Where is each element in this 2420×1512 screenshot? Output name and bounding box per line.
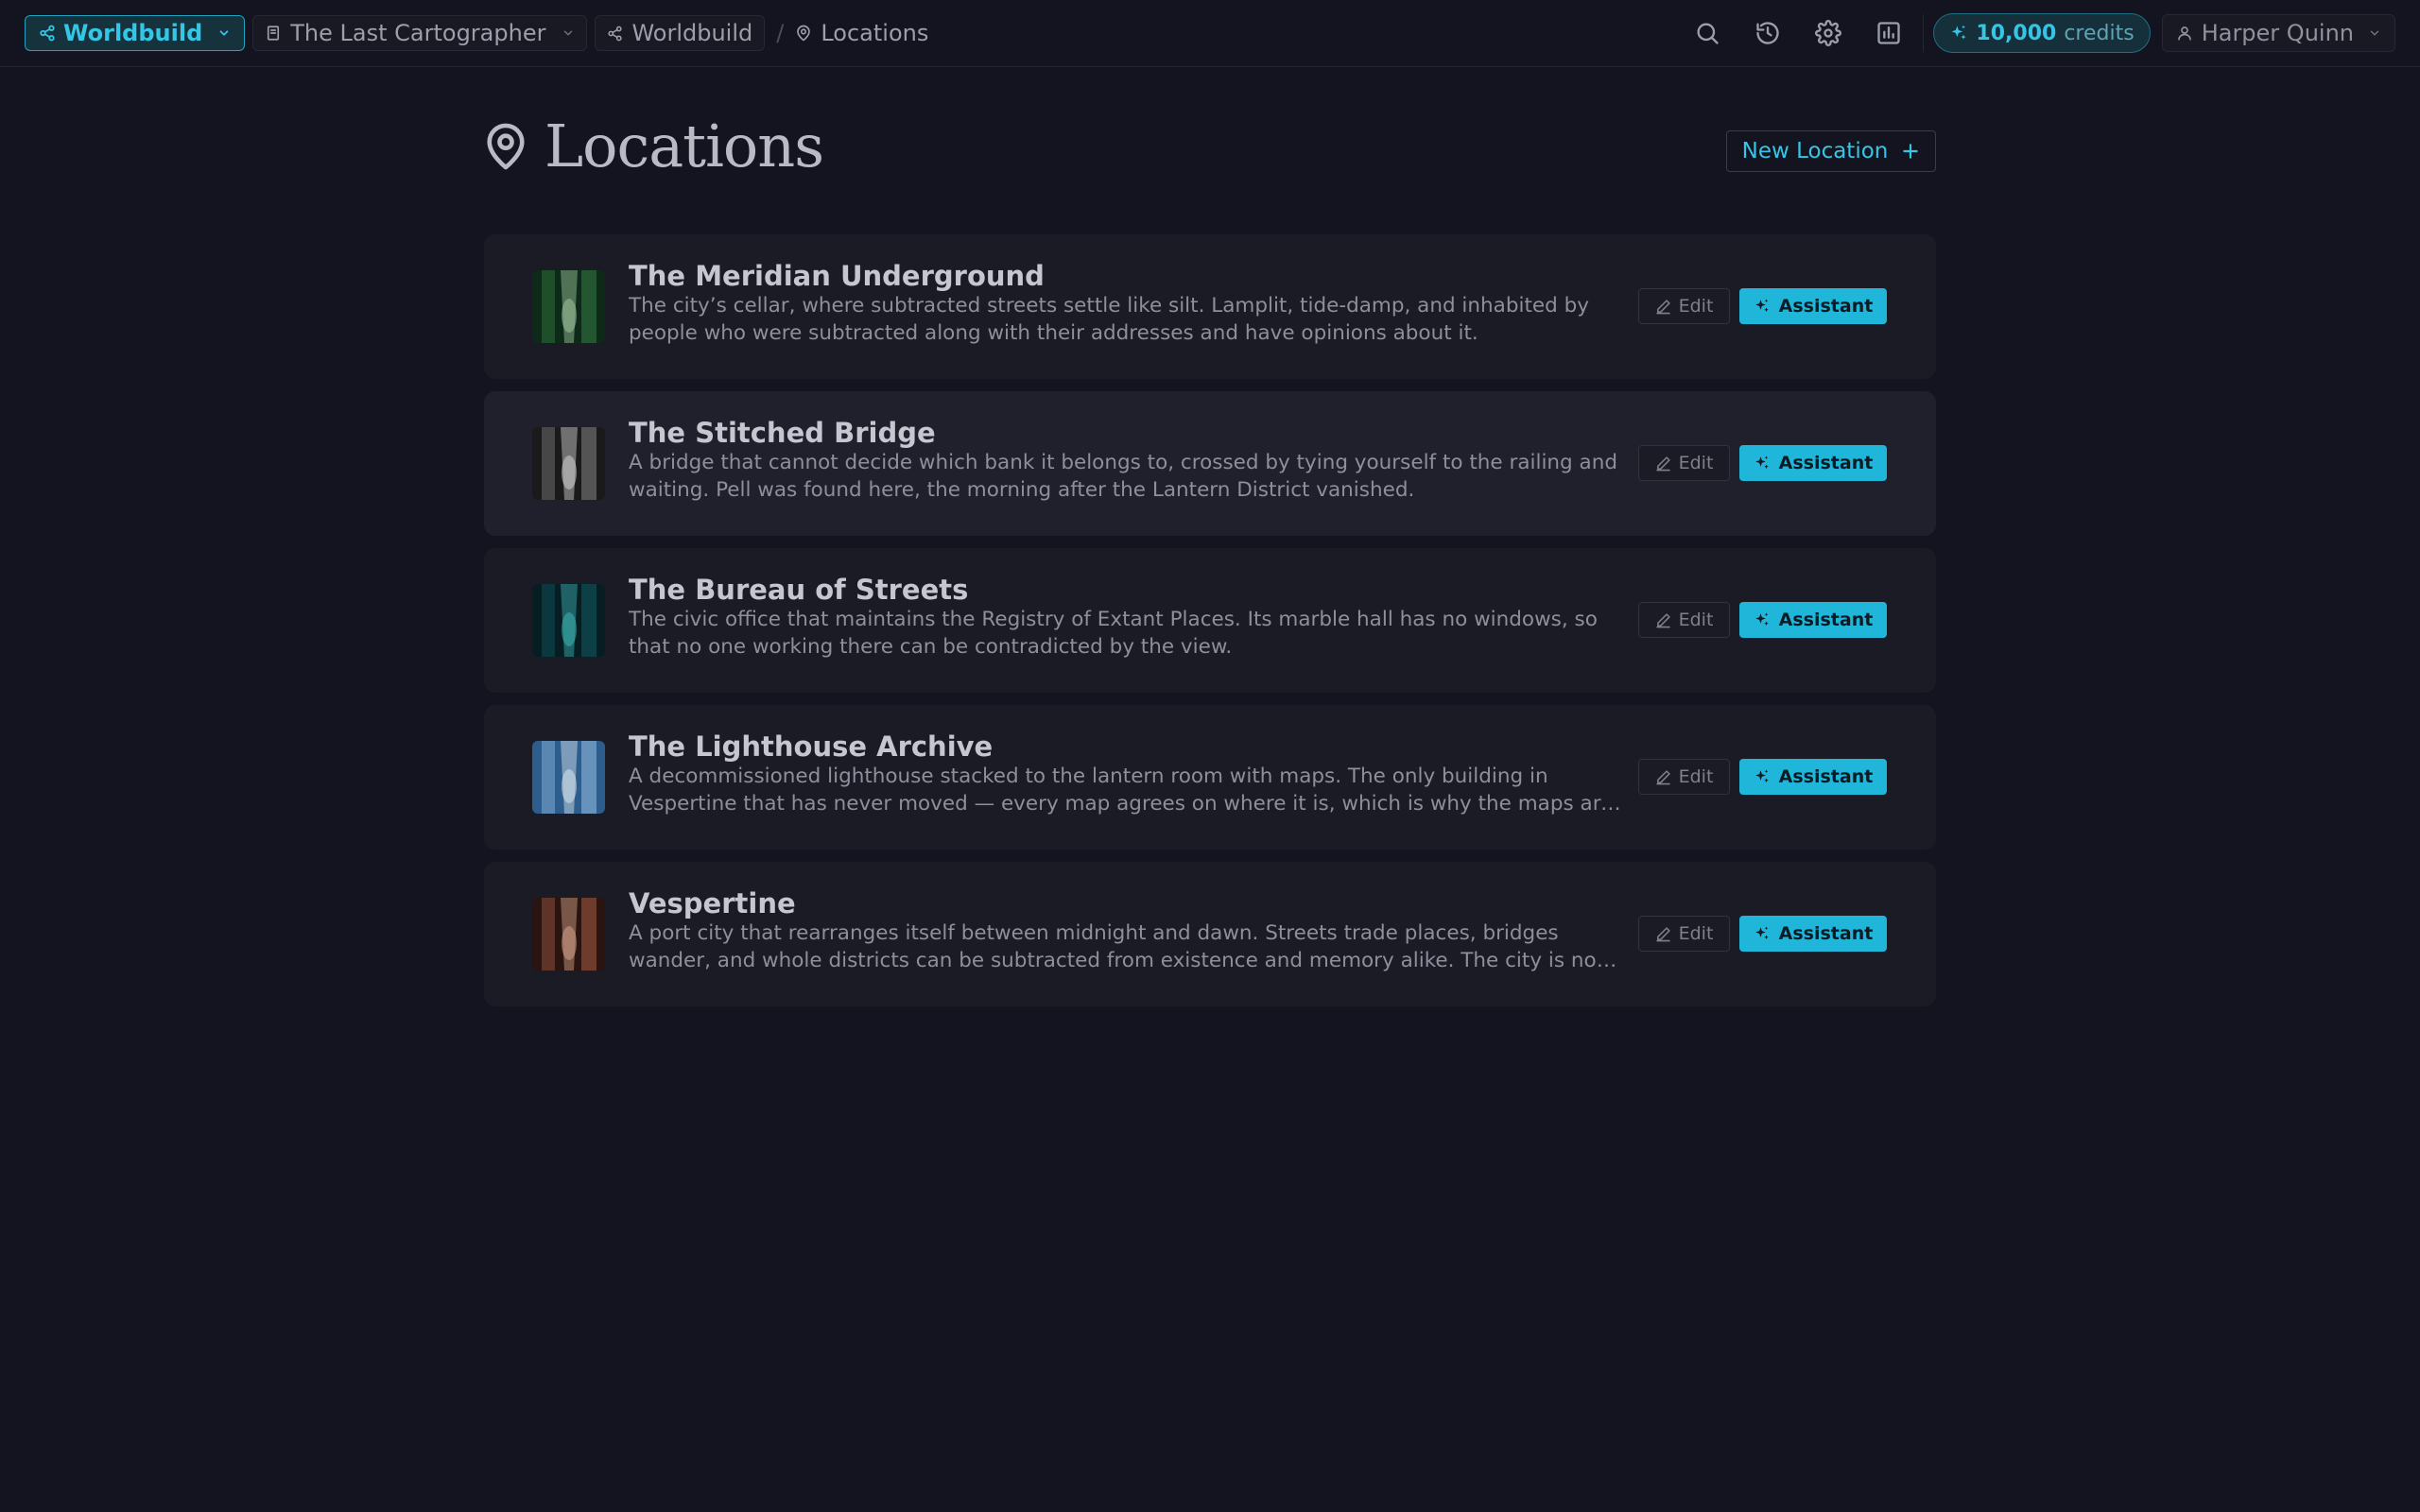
credits-amount: 10,000: [1976, 21, 2057, 45]
bar-chart-icon: [1877, 22, 1901, 44]
credits-badge[interactable]: 10,000 credits: [1933, 13, 2151, 53]
location-card[interactable]: The Meridian Underground The city’s cell…: [484, 234, 1936, 379]
assistant-label: Assistant: [1778, 766, 1874, 787]
user-icon: [2177, 26, 2191, 41]
location-thumbnail: [532, 898, 605, 971]
assistant-button[interactable]: Assistant: [1739, 288, 1887, 324]
assistant-label: Assistant: [1778, 923, 1874, 944]
sparkles-icon: [1754, 612, 1769, 626]
edit-button[interactable]: Edit: [1638, 916, 1730, 952]
new-location-button[interactable]: New Location: [1726, 130, 1936, 172]
pencil-icon: [1655, 612, 1670, 627]
pencil-icon: [1655, 769, 1670, 784]
location-description: A bridge that cannot decide which bank i…: [629, 451, 1617, 502]
chevron-down-icon: [564, 30, 573, 36]
search-icon: [1697, 23, 1720, 44]
edit-label: Edit: [1678, 923, 1714, 944]
gear-icon: [1815, 20, 1842, 46]
location-card[interactable]: Vespertine A port city that rearranges i…: [484, 862, 1936, 1006]
analytics-button[interactable]: [1870, 14, 1908, 52]
user-name: Harper Quinn: [2201, 20, 2354, 46]
page-title: Locations: [484, 112, 824, 180]
location-card[interactable]: The Lighthouse Archive A decommissioned …: [484, 705, 1936, 850]
divider: [1923, 14, 1925, 52]
location-name[interactable]: The Meridian Underground: [629, 260, 1045, 292]
pencil-icon: [1655, 926, 1670, 941]
new-location-label: New Location: [1741, 139, 1889, 163]
assistant-button[interactable]: Assistant: [1739, 916, 1887, 952]
location-description: A port city that rearranges itself betwe…: [629, 921, 1605, 972]
plus-icon: [1903, 144, 1919, 159]
share-nodes-icon: [608, 26, 623, 41]
location-description: The city’s cellar, where subtracted stre…: [629, 294, 1589, 345]
edit-button[interactable]: Edit: [1638, 445, 1730, 481]
pencil-icon: [1655, 299, 1670, 314]
assistant-button[interactable]: Assistant: [1739, 759, 1887, 795]
location-thumbnail: [532, 584, 605, 657]
breadcrumb-locations: Locations: [795, 20, 928, 46]
thumbnail-image: [532, 270, 605, 343]
breadcrumb-separator: /: [776, 20, 785, 46]
thumbnail-image: [532, 741, 605, 814]
chevron-down-icon: [2370, 30, 2379, 36]
mode-switcher-button[interactable]: Worldbuild: [25, 15, 246, 51]
book-icon: [268, 26, 280, 41]
edit-label: Edit: [1678, 766, 1714, 787]
assistant-label: Assistant: [1778, 610, 1874, 630]
location-name[interactable]: The Stitched Bridge: [629, 417, 936, 449]
location-list: The Meridian Underground The city’s cell…: [484, 234, 1936, 1019]
edit-button[interactable]: Edit: [1638, 288, 1730, 324]
share-nodes-icon: [40, 25, 55, 42]
assistant-button[interactable]: Assistant: [1739, 602, 1887, 638]
sparkles-icon: [1754, 769, 1769, 782]
location-thumbnail: [532, 270, 605, 343]
edit-label: Edit: [1678, 610, 1714, 630]
thumbnail-image: [532, 427, 605, 500]
edit-label: Edit: [1678, 296, 1714, 317]
location-thumbnail: [532, 427, 605, 500]
mode-label: Worldbuild: [63, 20, 203, 46]
credits-label: credits: [2064, 21, 2135, 45]
assistant-label: Assistant: [1778, 296, 1874, 317]
edit-label: Edit: [1678, 453, 1714, 473]
location-name[interactable]: The Lighthouse Archive: [629, 730, 993, 763]
breadcrumb-worldbuild-label: Worldbuild: [631, 20, 753, 46]
settings-button[interactable]: [1809, 14, 1847, 52]
map-pin-icon: [797, 25, 811, 42]
location-card[interactable]: The Bureau of Streets The civic office t…: [484, 548, 1936, 693]
sparkles-icon: [1754, 455, 1769, 469]
top-bar-right: 10,000 credits Harper Quinn: [1688, 13, 2395, 53]
location-description: A decommissioned lighthouse stacked to t…: [629, 765, 1614, 816]
page-header: Locations New Location: [484, 112, 1936, 187]
assistant-button[interactable]: Assistant: [1739, 445, 1887, 481]
location-card[interactable]: The Stitched Bridge A bridge that cannot…: [484, 391, 1936, 536]
location-name[interactable]: The Bureau of Streets: [629, 574, 968, 606]
location-description: The civic office that maintains the Regi…: [629, 608, 1598, 659]
chevron-down-icon: [219, 30, 229, 36]
user-menu[interactable]: Harper Quinn: [2161, 14, 2395, 52]
project-label: The Last Cartographer: [290, 20, 546, 46]
sparkles-icon: [1951, 25, 1966, 40]
top-bar-left: Worldbuild The Last Cartographer Worldbu…: [25, 15, 928, 51]
thumbnail-image: [532, 898, 605, 971]
pencil-icon: [1655, 455, 1670, 471]
assistant-label: Assistant: [1778, 453, 1874, 473]
location-name[interactable]: Vespertine: [629, 887, 796, 919]
history-icon: [1756, 22, 1780, 44]
edit-button[interactable]: Edit: [1638, 602, 1730, 638]
top-bar: Worldbuild The Last Cartographer Worldbu…: [0, 0, 2420, 67]
location-thumbnail: [532, 741, 605, 814]
page-title-text: Locations: [544, 112, 824, 180]
edit-button[interactable]: Edit: [1638, 759, 1730, 795]
map-pin-icon: [487, 123, 525, 169]
project-switcher[interactable]: The Last Cartographer: [252, 15, 588, 51]
sparkles-icon: [1754, 299, 1769, 312]
search-button[interactable]: [1688, 14, 1726, 52]
sparkles-icon: [1754, 926, 1769, 939]
breadcrumb-worldbuild[interactable]: Worldbuild: [595, 15, 766, 51]
history-button[interactable]: [1749, 14, 1787, 52]
breadcrumb-locations-label: Locations: [821, 20, 929, 46]
thumbnail-image: [532, 584, 605, 657]
